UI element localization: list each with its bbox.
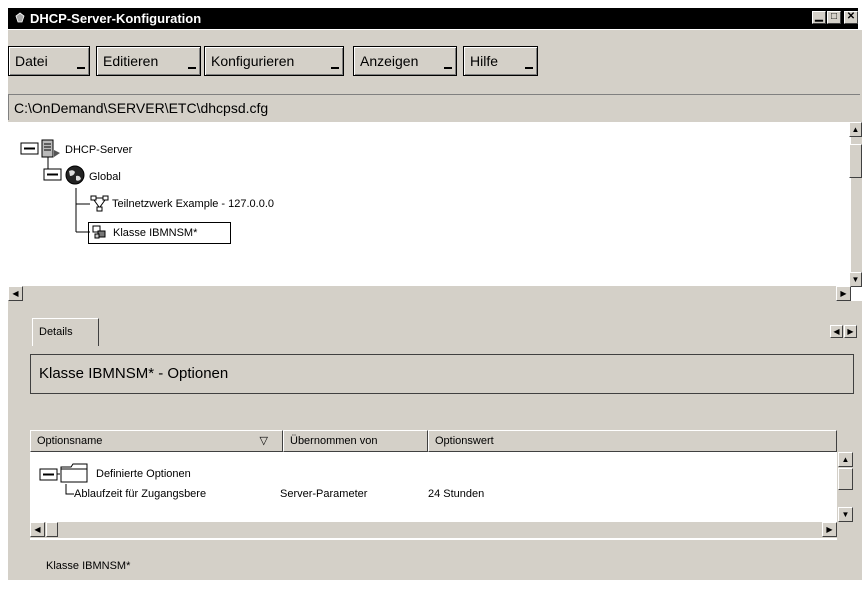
tree-item-global[interactable]: Global	[89, 171, 121, 183]
cell-uebernommen-von: Server-Parameter	[280, 488, 368, 500]
config-path-field[interactable]: C:\OnDemand\SERVER\ETC\dhcpsd.cfg	[8, 94, 860, 120]
close-icon: ✕	[846, 11, 856, 22]
menu-hilfe[interactable]: Hilfe	[463, 46, 538, 76]
status-text: Klasse IBMNSM*	[46, 560, 131, 572]
scroll-thumb[interactable]	[46, 522, 58, 537]
details-panel: Klasse IBMNSM* - Optionen Optionsname ▽ …	[8, 346, 862, 546]
tab-strip: Details ◀ ▶	[8, 301, 862, 348]
menu-anzeigen-label: Anzeigen	[360, 53, 419, 69]
maximize-button[interactable]: □	[827, 11, 841, 24]
folder-icon	[60, 463, 88, 483]
scroll-thumb[interactable]	[849, 144, 862, 178]
server-icon	[41, 139, 60, 158]
tree-item-class-label: Klasse IBMNSM*	[113, 227, 198, 239]
column-optionsname[interactable]: Optionsname ▽	[30, 430, 283, 452]
scroll-down-arrow-icon[interactable]: ▼	[849, 272, 862, 287]
tab-scroll-left-icon[interactable]: ◀	[830, 325, 843, 338]
column-optionswert[interactable]: Optionswert	[428, 430, 837, 452]
column-uebernommen-von[interactable]: Übernommen von	[283, 430, 428, 452]
options-horizontal-scrollbar[interactable]: ◀ ▶	[30, 522, 837, 538]
options-group-label: Definierte Optionen	[96, 468, 191, 480]
dropdown-caret-icon	[77, 67, 85, 69]
dropdown-caret-icon	[188, 67, 196, 69]
dropdown-caret-icon	[444, 67, 452, 69]
maximize-icon: □	[830, 11, 838, 22]
options-header: Klasse IBMNSM* - Optionen	[30, 354, 854, 394]
scroll-up-arrow-icon[interactable]: ▲	[849, 122, 862, 137]
column-optionsname-label: Optionsname	[37, 435, 103, 447]
scroll-left-arrow-icon[interactable]: ◀	[8, 286, 23, 301]
sort-indicator-icon: ▽	[259, 435, 268, 447]
window-title: DHCP-Server-Konfiguration	[30, 11, 202, 26]
tree-horizontal-scrollbar[interactable]: ◀ ▶	[8, 286, 851, 301]
tree-item-class-selected[interactable]: Klasse IBMNSM*	[88, 222, 231, 244]
tree-item-dhcp-server[interactable]: DHCP-Server	[65, 144, 132, 156]
class-icon	[92, 225, 106, 239]
tab-details[interactable]: Details	[32, 318, 99, 348]
menu-konfigurieren-label: Konfigurieren	[211, 53, 295, 69]
scroll-left-arrow-icon[interactable]: ◀	[30, 522, 45, 537]
menu-editieren[interactable]: Editieren	[96, 46, 201, 76]
table-row[interactable]: Ablaufzeit für Zugangsbere Server-Parame…	[74, 488, 834, 504]
collapse-options-icon[interactable]	[39, 468, 58, 481]
scroll-thumb[interactable]	[838, 468, 853, 490]
cell-optionsname: Ablaufzeit für Zugangsbere	[74, 488, 207, 500]
tree-view[interactable]: DHCP-Server Global Teilnetzwerk Example …	[8, 122, 851, 286]
tree-vertical-scrollbar[interactable]: ▲ ▼	[849, 122, 862, 287]
path-bar: C:\OnDemand\SERVER\ETC\dhcpsd.cfg	[8, 84, 862, 122]
options-vertical-scrollbar[interactable]: ▲ ▼	[837, 452, 854, 522]
scroll-down-arrow-icon[interactable]: ▼	[838, 507, 853, 522]
menu-editieren-label: Editieren	[103, 53, 159, 69]
menu-konfigurieren[interactable]: Konfigurieren	[204, 46, 344, 76]
minimize-icon: ▁	[815, 11, 823, 22]
app-icon	[15, 12, 25, 23]
minimize-button[interactable]: ▁	[812, 11, 826, 24]
collapse-global-icon[interactable]	[43, 168, 62, 181]
network-icon	[90, 195, 109, 212]
globe-icon	[65, 165, 85, 185]
menu-anzeigen[interactable]: Anzeigen	[353, 46, 457, 76]
scroll-up-arrow-icon[interactable]: ▲	[838, 452, 853, 467]
title-bar-area: DHCP-Server-Konfiguration ▁ □ ✕	[0, 0, 862, 30]
tree-item-subnet[interactable]: Teilnetzwerk Example - 127.0.0.0	[112, 198, 274, 210]
scroll-right-arrow-icon[interactable]: ▶	[822, 522, 837, 537]
scroll-right-arrow-icon[interactable]: ▶	[836, 286, 851, 301]
menu-datei-label: Datei	[15, 53, 48, 69]
dropdown-caret-icon	[331, 67, 339, 69]
dropdown-caret-icon	[525, 67, 533, 69]
menu-bar: Datei Editieren Konfigurieren Anzeigen H…	[8, 30, 862, 84]
tab-scroll-right-icon[interactable]: ▶	[844, 325, 857, 338]
menu-datei[interactable]: Datei	[8, 46, 90, 76]
title-bar[interactable]: DHCP-Server-Konfiguration ▁ □ ✕	[8, 8, 858, 29]
close-button[interactable]: ✕	[844, 11, 858, 24]
cell-optionswert: 24 Stunden	[428, 488, 485, 500]
collapse-root-icon[interactable]	[20, 142, 39, 155]
menu-hilfe-label: Hilfe	[470, 53, 499, 69]
status-bar: Klasse IBMNSM*	[8, 546, 862, 580]
